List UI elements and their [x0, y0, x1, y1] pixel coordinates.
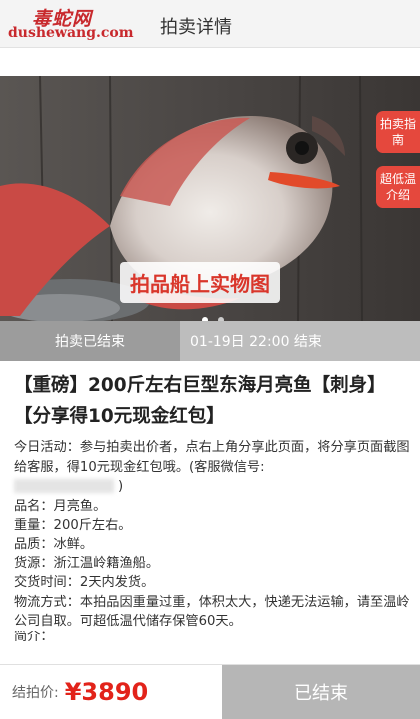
app-header: 毒蛇网 dushewang.com 拍卖详情: [0, 0, 420, 48]
activity-description: 今日活动：参与拍卖出价者，点右上角分享此页面，将分享页面截图给客服，得10元现金…: [14, 440, 410, 475]
carousel-indicator: [202, 308, 229, 321]
activity-text: 今日活动：参与拍卖出价者，点右上角分享此页面，将分享页面截图给客服，得10元现金…: [14, 438, 410, 497]
auction-guide-button[interactable]: 拍卖指南: [376, 111, 420, 153]
detail-delivery-time: 交货时间：2天内发货。: [14, 575, 155, 591]
detail-weight: 重量：200斤左右。: [14, 517, 132, 533]
detail-intro: 简介：: [14, 630, 54, 641]
item-details: 【重磅】200斤左右巨型东海月亮鱼【刺身】【分享得10元现金红包】 今日活动：参…: [14, 370, 410, 641]
item-title: 【重磅】200斤左右巨型东海月亮鱼【刺身】【分享得10元现金红包】: [14, 375, 386, 427]
ended-button[interactable]: 已结束: [222, 665, 420, 719]
final-price-area: 结拍价: ¥3890: [0, 665, 222, 719]
final-price-value: ¥3890: [64, 678, 149, 706]
redacted-wechat-id: [14, 479, 114, 493]
product-image-carousel[interactable]: 拍卖指南 超低温介绍 拍品船上实物图: [0, 76, 420, 321]
detail-name: 品名：月亮鱼。: [14, 498, 107, 514]
final-price-label: 结拍价:: [12, 685, 59, 701]
ultra-low-temp-button[interactable]: 超低温介绍: [376, 166, 420, 208]
site-logo[interactable]: 毒蛇网 dushewang.com: [8, 4, 138, 44]
detail-logistics: 物流方式：本拍品因重量过重，体积太大，快递无法运输，请至温岭公司自取。可超低温代…: [14, 594, 410, 629]
detail-quality: 品质：冰鲜。: [14, 536, 94, 552]
activity-tail: ): [118, 479, 124, 494]
detail-source: 货源：浙江温岭籍渔船。: [14, 556, 160, 572]
logo-domain-text: dushewang.com: [8, 25, 134, 41]
page-title: 拍卖详情: [160, 17, 232, 38]
bottom-action-bar: 结拍价: ¥3890 已结束: [0, 664, 420, 719]
auction-end-time: 01-19日 22:00 结束: [180, 321, 420, 361]
auction-state: 拍卖已结束: [0, 321, 180, 361]
image-caption: 拍品船上实物图: [120, 262, 280, 303]
auction-status-bar: 拍卖已结束 01-19日 22:00 结束: [0, 321, 420, 361]
